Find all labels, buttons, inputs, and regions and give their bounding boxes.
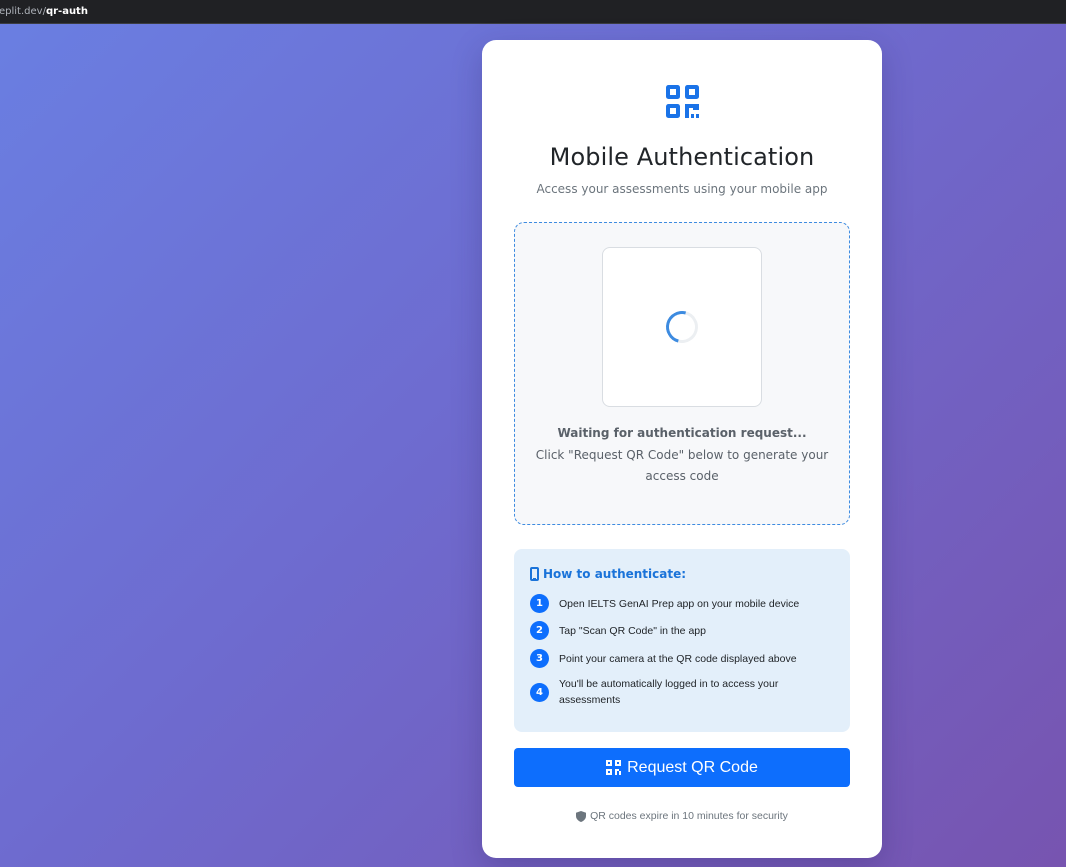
page-title: Mobile Authentication: [549, 143, 815, 171]
qr-code-placeholder: [602, 247, 762, 407]
step-number: 2: [530, 621, 549, 640]
list-item: 3 Point your camera at the QR code displ…: [530, 648, 830, 668]
qrcode-icon: [606, 760, 622, 775]
step-text: You'll be automatically logged in to acc…: [559, 678, 779, 706]
url-path: qr-auth: [45, 6, 88, 17]
browser-address-bar[interactable]: eplit.dev/qr-auth: [0, 0, 1066, 24]
expiry-note: QR codes expire in 10 minutes for securi…: [482, 810, 882, 822]
how-to-panel: How to authenticate: 1 Open IELTS GenAI …: [514, 549, 850, 732]
qrcode-icon: [666, 85, 699, 118]
url-domain: eplit.dev/: [0, 6, 46, 17]
page-subtitle: Access your assessments using your mobil…: [536, 182, 828, 196]
phone-icon: [530, 567, 539, 581]
list-item: 1 Open IELTS GenAI Prep app on your mobi…: [530, 593, 830, 613]
status-title: Waiting for authentication request...: [557, 426, 807, 440]
how-to-heading-text: How to authenticate:: [543, 567, 687, 581]
shield-icon: [576, 810, 587, 822]
how-to-heading: How to authenticate:: [530, 566, 686, 582]
status-description: Click "Request QR Code" below to generat…: [535, 448, 829, 483]
step-text: Open IELTS GenAI Prep app on your mobile…: [559, 598, 800, 610]
step-number: 3: [530, 649, 549, 668]
step-text: Tap "Scan QR Code" in the app: [559, 625, 706, 637]
request-qr-code-button[interactable]: Request QR Code: [514, 748, 850, 787]
loading-spinner-icon: [660, 305, 704, 349]
list-item: 2 Tap "Scan QR Code" in the app: [530, 620, 830, 640]
list-item: 4 You'll be automatically logged in to a…: [530, 678, 810, 708]
step-text: Point your camera at the QR code display…: [559, 653, 797, 665]
step-number: 1: [530, 594, 549, 613]
qr-code-panel: Waiting for authentication request... Cl…: [514, 222, 850, 525]
auth-card: Mobile Authentication Access your assess…: [482, 40, 882, 858]
request-qr-code-label: Request QR Code: [627, 758, 758, 776]
expiry-note-text: QR codes expire in 10 minutes for securi…: [590, 810, 788, 822]
step-number: 4: [530, 683, 549, 702]
